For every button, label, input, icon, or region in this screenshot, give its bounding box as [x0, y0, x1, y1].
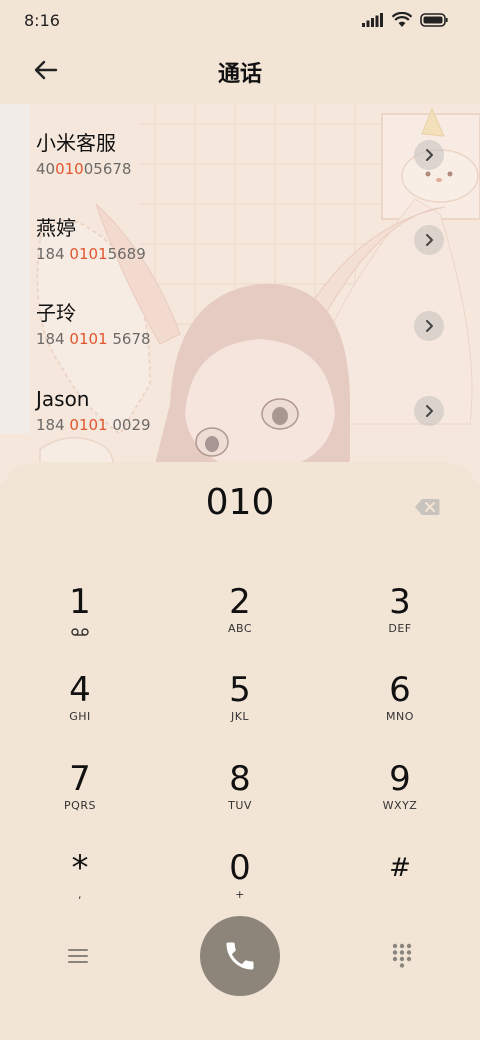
key-8[interactable]: 8 TUV: [180, 759, 300, 839]
key-letters: +: [235, 888, 245, 901]
key-letters: PQRS: [64, 799, 96, 812]
key-digit: 7: [69, 759, 91, 799]
key-3[interactable]: 3 DEF: [340, 582, 460, 662]
contact-item[interactable]: Jason 184 0101 0029: [36, 386, 436, 466]
key-7[interactable]: 7 PQRS: [20, 759, 140, 839]
number-match: 0101: [69, 416, 108, 434]
key-letters: ABC: [227, 622, 253, 635]
key-letters: MNO: [386, 710, 414, 723]
key-hash[interactable]: #: [340, 848, 460, 928]
key-digit: 3: [389, 582, 411, 622]
key-digit: 1: [69, 582, 91, 622]
key-digit: 2: [229, 582, 251, 622]
contact-detail-button[interactable]: [414, 140, 444, 170]
key-letters: GHI: [69, 710, 91, 723]
key-letters: DEF: [388, 622, 412, 635]
key-digit: *: [71, 848, 89, 888]
number-match: 0101: [69, 330, 108, 348]
key-star[interactable]: * ,: [20, 848, 140, 928]
key-4[interactable]: 4 GHI: [20, 670, 140, 750]
key-5[interactable]: 5 JKL: [180, 670, 300, 750]
contact-item[interactable]: 燕婷 184 01015689: [36, 215, 436, 295]
status-icons: [362, 12, 448, 28]
number-prefix: 184: [36, 416, 70, 434]
key-digit: 8: [229, 759, 251, 799]
status-time: 8:16: [24, 11, 60, 30]
key-digit: 6: [389, 670, 411, 710]
key-9[interactable]: 9 WXYZ: [340, 759, 460, 839]
key-2[interactable]: 2 ABC: [180, 582, 300, 662]
dialpad-toggle-icon[interactable]: [390, 942, 414, 968]
number-prefix: 184: [36, 330, 70, 348]
key-letters: ,: [78, 888, 82, 901]
key-digit: 9: [389, 759, 411, 799]
number-match: 010: [55, 160, 84, 178]
contact-name: 燕婷: [36, 216, 76, 240]
status-bar: 8:16: [0, 0, 480, 40]
key-letters: TUV: [228, 799, 252, 812]
contact-detail-button[interactable]: [414, 225, 444, 255]
key-letters: WXYZ: [382, 799, 418, 812]
voicemail-icon: [71, 628, 89, 636]
number-suffix: 0029: [107, 416, 151, 434]
contact-detail-button[interactable]: [414, 396, 444, 426]
battery-icon: [420, 13, 448, 27]
signal-icon: [362, 13, 383, 27]
wifi-icon: [392, 12, 412, 27]
dialed-number[interactable]: 010: [0, 482, 480, 523]
chevron-right-icon: [426, 234, 433, 246]
chevron-right-icon: [426, 149, 433, 161]
number-suffix: 5689: [107, 245, 146, 263]
number-prefix: 184: [36, 245, 70, 263]
call-button[interactable]: [200, 916, 280, 996]
number-match: 0101: [69, 245, 108, 263]
contact-number: 4001005678: [36, 160, 436, 178]
key-digit: 4: [69, 670, 91, 710]
menu-icon[interactable]: [66, 944, 90, 968]
contact-name: Jason: [36, 387, 90, 411]
key-digit: 0: [229, 848, 251, 888]
key-digit: 5: [229, 670, 251, 710]
contact-item[interactable]: 子玲 184 0101 5678: [36, 300, 436, 380]
chevron-right-icon: [426, 405, 433, 417]
contact-name: 子玲: [36, 301, 76, 325]
app-header: 通话: [0, 40, 480, 104]
chevron-right-icon: [426, 320, 433, 332]
contact-number: 184 0101 5678: [36, 330, 436, 348]
page-title: 通话: [217, 62, 262, 87]
contact-name: 小米客服: [36, 131, 116, 155]
contact-detail-button[interactable]: [414, 311, 444, 341]
key-1[interactable]: 1: [20, 582, 140, 662]
key-letters: JKL: [230, 710, 250, 723]
key-6[interactable]: 6 MNO: [340, 670, 460, 750]
phone-icon: [226, 942, 254, 970]
number-suffix: 5678: [107, 330, 151, 348]
backspace-icon[interactable]: [414, 498, 440, 516]
contact-item[interactable]: 小米客服 4001005678: [36, 130, 436, 210]
number-suffix: 05678: [83, 160, 132, 178]
contact-number: 184 01015689: [36, 245, 436, 263]
contact-number: 184 0101 0029: [36, 416, 436, 434]
number-prefix: 40: [36, 160, 56, 178]
key-digit: #: [389, 853, 411, 883]
contact-list: 小米客服 4001005678 燕婷 184 01015689 子玲 184 0…: [0, 104, 480, 484]
